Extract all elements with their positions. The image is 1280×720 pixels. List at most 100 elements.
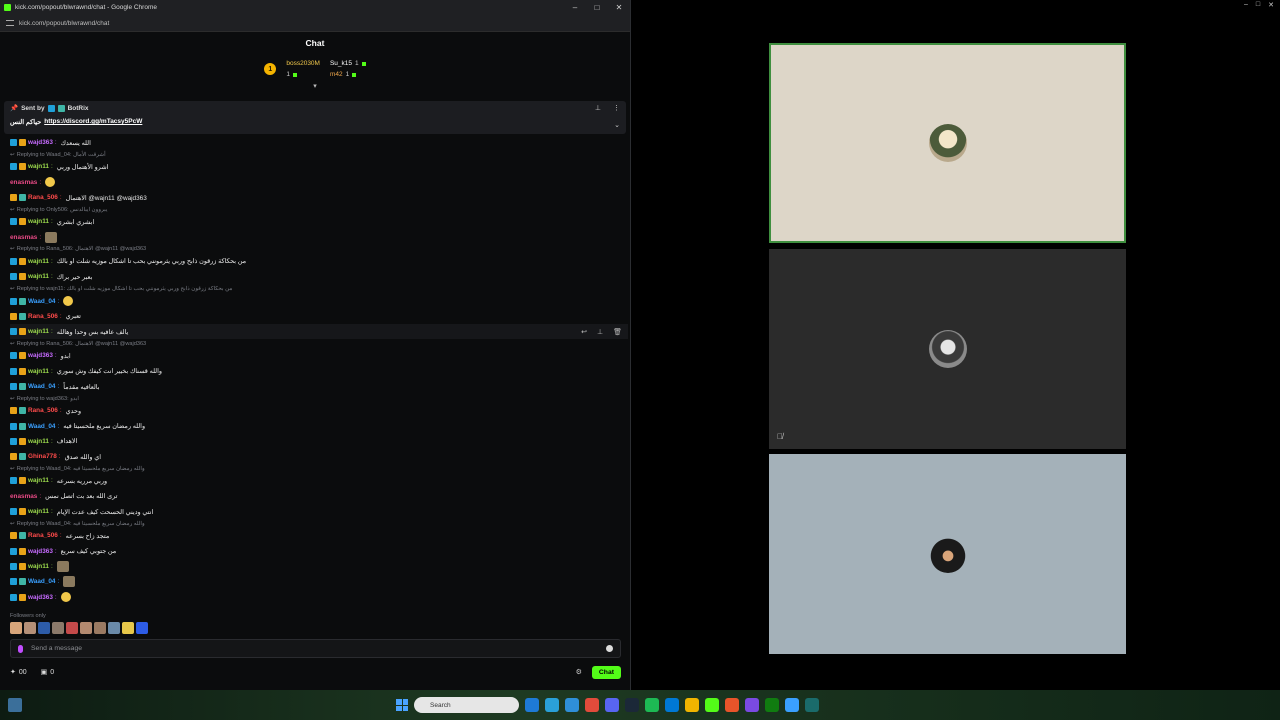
chrome-icon[interactable] bbox=[585, 698, 599, 712]
chat-username[interactable]: Waad_04 bbox=[28, 578, 55, 585]
emote-icon[interactable] bbox=[136, 622, 148, 634]
chat-message[interactable]: Waad_04: والله رمضان سريع ملحسيتا فيه bbox=[10, 418, 628, 433]
send-chat-button[interactable]: Chat bbox=[591, 665, 621, 679]
reply-icon[interactable]: ↩ bbox=[581, 328, 587, 336]
chat-message[interactable]: Waad_04: bbox=[10, 574, 628, 589]
chat-message[interactable]: Rana_506: تعبري bbox=[10, 309, 628, 324]
kick-app-icon[interactable] bbox=[705, 698, 719, 712]
delete-icon[interactable]: 🗑 bbox=[613, 328, 622, 336]
start-menu-icon[interactable] bbox=[396, 699, 408, 711]
chat-message[interactable]: wajn11: يالف عافيه بس وحدا وهالله ↩ ⊥ 🗑 bbox=[10, 323, 628, 340]
chat-username[interactable]: wajn11 bbox=[28, 368, 49, 375]
reply-context[interactable]: ↩ Replying to Waad_04: والله رمضان سريع م… bbox=[10, 464, 628, 473]
chat-username[interactable]: wajn11 bbox=[28, 273, 49, 280]
close-icon[interactable]: ✕ bbox=[1268, 1, 1274, 9]
emote-icon[interactable] bbox=[24, 622, 36, 634]
address-bar[interactable]: kick.com/popout/blwrawnd/chat bbox=[0, 15, 630, 32]
unpin-icon[interactable]: ⊥ bbox=[595, 104, 601, 112]
chat-username[interactable]: Rana_506 bbox=[28, 194, 58, 201]
gifter-item[interactable]: boss2030M bbox=[286, 60, 320, 67]
gear-icon[interactable]: ⚙ bbox=[576, 668, 582, 676]
taskbar-search[interactable]: Search bbox=[414, 697, 519, 713]
app-icon[interactable] bbox=[745, 698, 759, 712]
participant-tile[interactable] bbox=[769, 454, 1126, 654]
chat-messages[interactable]: wajd363: الله يسعدك ↩ Replying to Waad_04: … bbox=[0, 135, 628, 613]
gifter-item[interactable]: m42 1 bbox=[330, 71, 366, 78]
app-icon[interactable] bbox=[725, 698, 739, 712]
points-stat[interactable]: ✦ 00 bbox=[10, 668, 27, 677]
chat-message[interactable]: Waad_04: بالعافيه مقدماً bbox=[10, 379, 628, 394]
chat-message[interactable]: wajn11: الاهداف bbox=[10, 434, 628, 449]
chat-username[interactable]: wajd363 bbox=[28, 548, 53, 555]
reply-context[interactable]: ↩ Replying to wajn11: من بحكاكة زرقون ذاب… bbox=[10, 284, 628, 293]
chat-message[interactable]: wajn11: من بحكاكة زرقون ذابح وربي يثرمونن… bbox=[10, 254, 628, 269]
chat-message[interactable]: Rana_506: متجد زاح بسرعه bbox=[10, 528, 628, 543]
chat-message[interactable]: Rana_506: الاهتمال @wajn11 @wajd363 bbox=[10, 190, 628, 205]
file-explorer-icon[interactable] bbox=[525, 698, 539, 712]
maximize-icon[interactable]: □ bbox=[586, 3, 608, 12]
emote-icon[interactable] bbox=[108, 622, 120, 634]
pinned-sender[interactable]: BotRix bbox=[68, 105, 89, 112]
chevron-down-icon[interactable]: ⌄ bbox=[614, 121, 620, 129]
chat-message[interactable]: enasmas: ترى الله بعد بت اتصل نمس bbox=[10, 489, 628, 504]
chat-username[interactable]: wajn11 bbox=[28, 563, 49, 570]
emote-icon[interactable] bbox=[80, 622, 92, 634]
chat-username[interactable]: enasmas bbox=[10, 179, 37, 186]
reply-context[interactable]: ↩ Replying to Rana_506: الاهتمال @wajn11 … bbox=[10, 245, 628, 254]
emote-icon[interactable] bbox=[52, 622, 64, 634]
minimize-icon[interactable]: – bbox=[564, 3, 586, 12]
chat-username[interactable]: wajn11 bbox=[28, 508, 49, 515]
app-icon[interactable] bbox=[665, 698, 679, 712]
chat-message[interactable]: wajn11: bbox=[10, 559, 628, 574]
reply-context[interactable]: ↩ Replying to Only506: يبروون ايبالدنس bbox=[10, 205, 628, 214]
reply-context[interactable]: ↩ Replying to Waad_04: أشرقت الأمال bbox=[10, 150, 628, 159]
chat-username[interactable]: wajn11 bbox=[28, 328, 49, 335]
collapse-gifters-icon[interactable]: ▾ bbox=[0, 83, 630, 90]
reply-context[interactable]: ↩ Replying to Rana_506: الاهتمال @wajn11 … bbox=[10, 339, 628, 348]
chat-username[interactable]: wajd363 bbox=[28, 139, 53, 146]
chat-message[interactable]: wajn11: وربي مرريه بسرعه bbox=[10, 473, 628, 488]
chat-message[interactable]: wajd363: الله يسعدك bbox=[10, 135, 628, 150]
chat-username[interactable]: Rana_506 bbox=[28, 407, 58, 414]
xbox-icon[interactable] bbox=[765, 698, 779, 712]
steam-icon[interactable] bbox=[625, 698, 639, 712]
store-icon[interactable] bbox=[565, 698, 579, 712]
emoji-picker-icon[interactable] bbox=[606, 645, 613, 652]
chat-message[interactable]: Rana_506: وحدي bbox=[10, 403, 628, 418]
chat-message[interactable]: wajn11: والله قسناك بخيير انت كيفك وش سور… bbox=[10, 364, 628, 379]
emote-icon[interactable] bbox=[10, 622, 22, 634]
emote-icon[interactable] bbox=[66, 622, 78, 634]
chat-username[interactable]: Waad_04 bbox=[28, 383, 55, 390]
pin-icon[interactable]: ⊥ bbox=[597, 328, 603, 336]
participant-tile[interactable]: 🎙̸ bbox=[769, 249, 1126, 449]
app-icon[interactable] bbox=[785, 698, 799, 712]
pinned-link[interactable]: https://discord.gg/mTacsy5PcW bbox=[44, 118, 142, 126]
chat-username[interactable]: Rana_506 bbox=[28, 532, 58, 539]
chat-message[interactable]: wajn11: انتي وديني الحسحت كيف عدت الإيام bbox=[10, 504, 628, 519]
widgets-icon[interactable] bbox=[8, 698, 22, 712]
discord-icon[interactable] bbox=[605, 698, 619, 712]
chat-message[interactable]: wajn11: ابشري ابشري bbox=[10, 214, 628, 229]
rewards-stat[interactable]: ▣ 0 bbox=[41, 668, 55, 677]
chat-username[interactable]: wajn11 bbox=[28, 163, 49, 170]
chat-message[interactable]: wajd363: bbox=[10, 589, 628, 604]
maximize-icon[interactable]: □ bbox=[1256, 1, 1260, 9]
chat-message[interactable]: wajd363: من جتوبي كيف سريع bbox=[10, 544, 628, 559]
chat-username[interactable]: enasmas bbox=[10, 234, 37, 241]
site-settings-icon[interactable] bbox=[6, 20, 14, 26]
emote-icon[interactable] bbox=[94, 622, 106, 634]
chat-input[interactable]: Send a message bbox=[10, 639, 621, 658]
close-icon[interactable]: ✕ bbox=[608, 3, 630, 12]
reply-context[interactable]: ↩ Replying to wajd363: ابدو bbox=[10, 394, 628, 403]
minimize-icon[interactable]: – bbox=[1244, 1, 1248, 9]
chat-message[interactable]: wajn11: بعبر حير براك bbox=[10, 269, 628, 284]
chat-username[interactable]: wajn11 bbox=[28, 438, 49, 445]
chat-username[interactable]: enasmas bbox=[10, 493, 37, 500]
chat-username[interactable]: Waad_04 bbox=[28, 423, 55, 430]
chat-username[interactable]: Rana_506 bbox=[28, 313, 58, 320]
chat-message[interactable]: Ghina778: اي والله صدق bbox=[10, 449, 628, 464]
edge-icon[interactable] bbox=[545, 698, 559, 712]
mic-icon[interactable] bbox=[18, 644, 23, 653]
chat-message[interactable]: enasmas: bbox=[10, 229, 628, 244]
reply-context[interactable]: ↩ Replying to Waad_04: والله رمضان سريع م… bbox=[10, 519, 628, 528]
